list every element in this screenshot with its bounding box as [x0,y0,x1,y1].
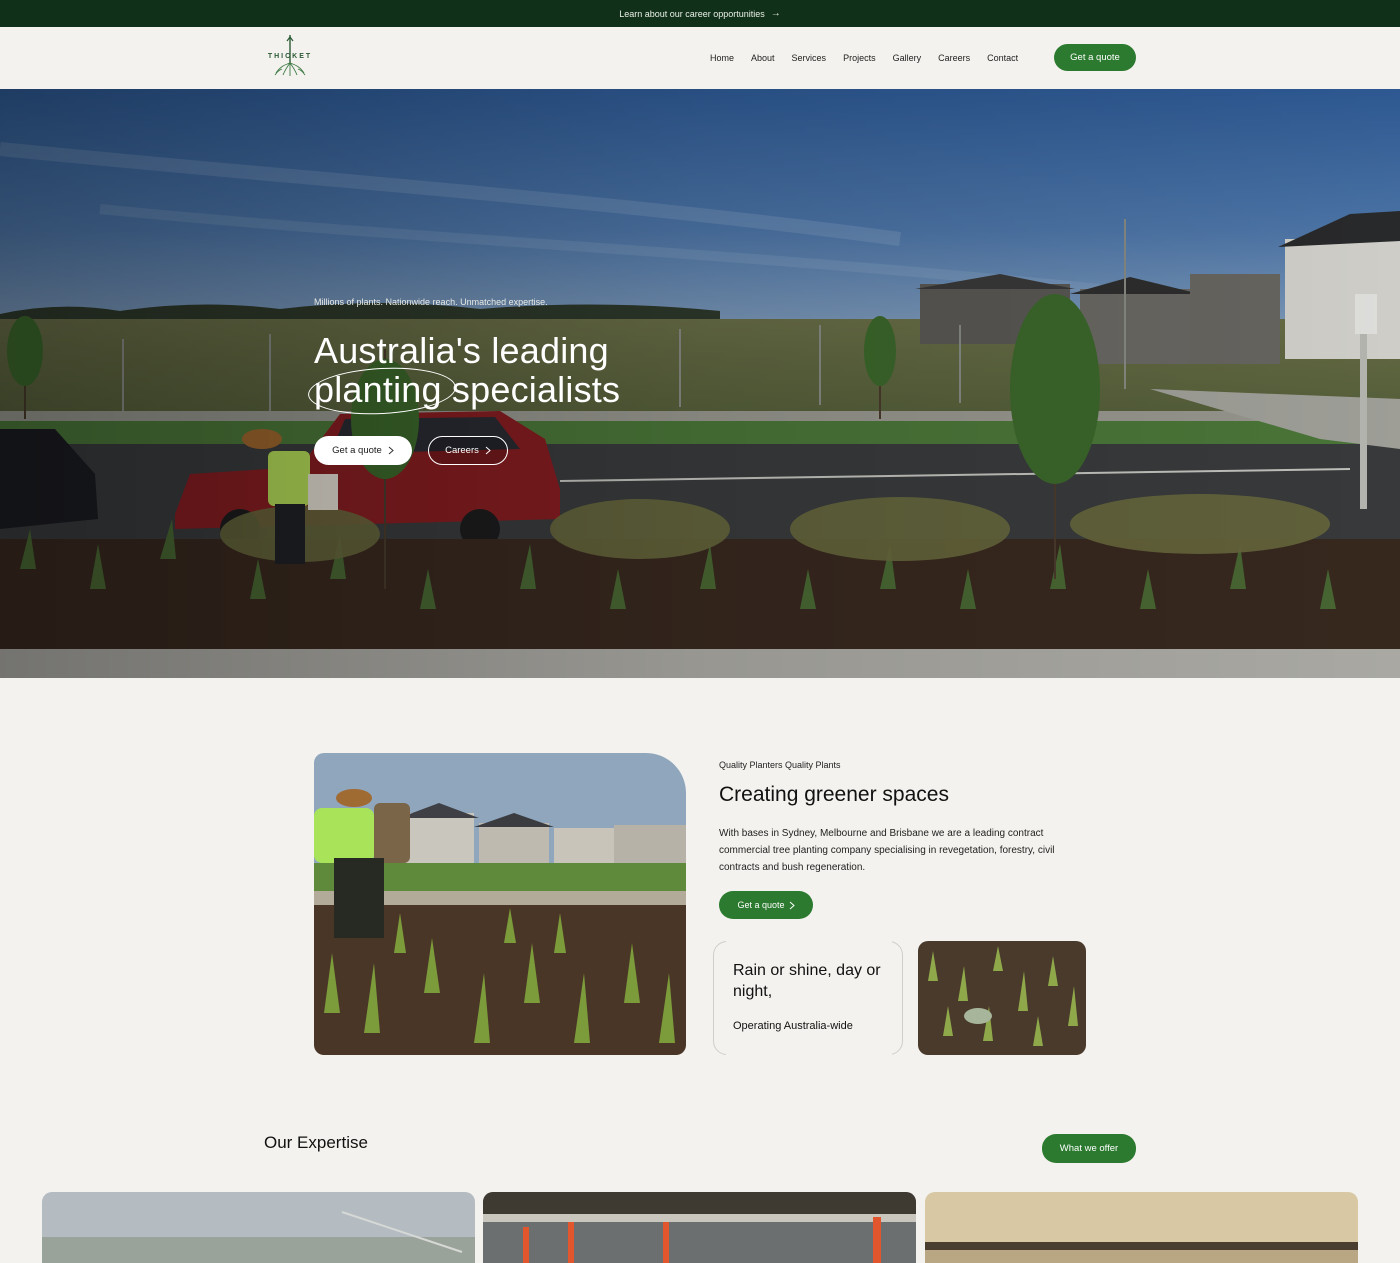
logo[interactable]: THICKET [262,33,318,83]
card-notch-top [726,940,892,944]
operating-card-subtitle: Operating Australia-wide [733,1020,853,1032]
hero-section: Millions of plants. Nationwide reach. Un… [0,89,1400,678]
chevron-right-icon [789,901,795,909]
hero-title: Australia's leading planting specialists [306,330,621,418]
what-we-offer-button[interactable]: What we offer [1042,1134,1136,1163]
main-nav: Home About Services Projects Gallery Car… [710,27,1018,89]
about-eyebrow: Quality Planters Quality Plants [719,760,841,770]
about-quote-label: Get a quote [737,900,785,910]
chevron-right-icon [485,446,491,455]
nav-item-projects[interactable]: Projects [843,53,876,63]
planter-worker-photo [314,753,686,1055]
hero-tagline: Millions of plants. Nationwide reach. Un… [314,297,548,307]
seedlings-photo [918,941,1086,1055]
nav-item-gallery[interactable]: Gallery [893,53,922,63]
hero-title-line1: Australia's leading [314,330,609,371]
card-notch-bottom [726,1052,892,1056]
nav-item-about[interactable]: About [751,53,775,63]
expertise-card-2[interactable] [483,1192,916,1263]
nav-item-careers[interactable]: Careers [938,53,970,63]
hero-title-line2: planting specialists [306,364,621,418]
expertise-card-1[interactable] [42,1192,475,1263]
nav-item-home[interactable]: Home [710,53,734,63]
expertise-title: Our Expertise [264,1133,368,1152]
chevron-right-icon [388,446,394,455]
logo-wordmark: THICKET [267,53,313,60]
about-title: Creating greener spaces [719,783,949,806]
about-quote-button[interactable]: Get a quote [719,891,813,919]
hero-quote-button[interactable]: Get a quote [314,436,412,465]
hero-quote-label: Get a quote [332,445,382,456]
site-header: THICKET Home About Services Projects Gal… [0,27,1400,89]
expertise-card-3[interactable] [925,1192,1358,1263]
nav-item-contact[interactable]: Contact [987,53,1018,63]
nav-item-services[interactable]: Services [792,53,827,63]
hero-title-line2-rest: specialists [441,369,621,410]
hero-photo [0,89,1400,678]
arrow-right-icon: → [770,8,781,19]
hero-careers-label: Careers [445,445,479,456]
announcement-bar[interactable]: Learn about our career opportunities → [0,0,1400,27]
operating-card-title: Rain or shine, day or night, [733,962,881,1000]
about-description: With bases in Sydney, Melbourne and Bris… [719,828,1055,873]
hero-careers-button[interactable]: Careers [428,436,508,465]
announcement-text[interactable]: Learn about our career opportunities [619,9,765,19]
header-quote-button[interactable]: Get a quote [1054,44,1136,71]
hero-title-circled-word: planting [306,364,458,418]
